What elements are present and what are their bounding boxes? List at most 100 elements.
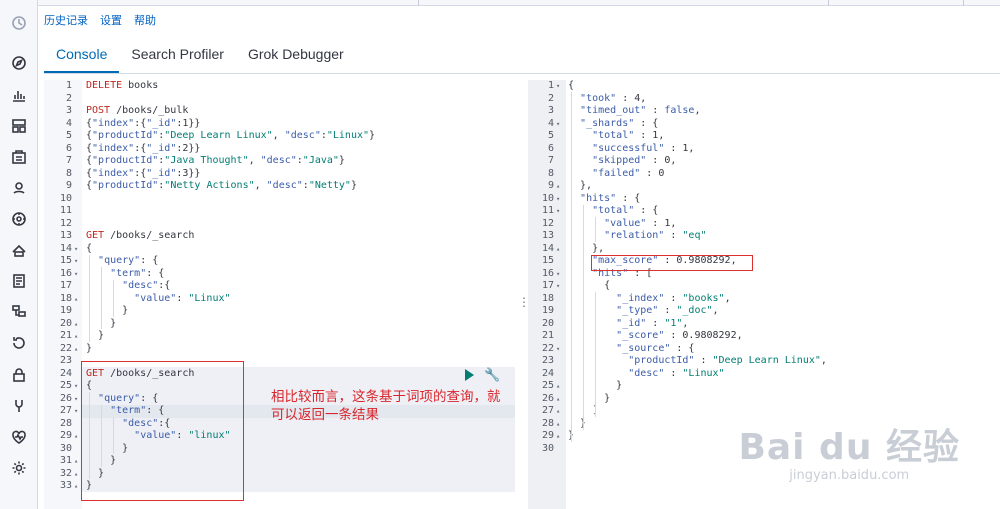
settings-icon[interactable] — [10, 459, 28, 477]
fold-toggle-icon[interactable]: ▴ — [74, 330, 78, 343]
fold-toggle-icon[interactable]: ▾ — [556, 268, 560, 281]
monitoring-icon[interactable] — [10, 428, 28, 446]
fold-toggle-icon[interactable]: ▾ — [556, 280, 560, 293]
request-line: 3 POST /books/_bulk — [44, 105, 515, 118]
request-line-number: 28 — [59, 417, 72, 429]
response-line-number: 30 — [541, 442, 554, 454]
apm-icon[interactable] — [10, 303, 28, 321]
response-line-number: 21 — [541, 330, 554, 341]
fold-toggle-icon[interactable]: ▴ — [74, 468, 78, 481]
request-line: 15 ▾ "query": { — [44, 255, 515, 268]
fold-toggle-icon[interactable]: ▾ — [74, 380, 78, 393]
response-code-text: "failed" : 0 — [592, 167, 665, 179]
response-line: 13 "relation" : "eq" — [528, 230, 1000, 243]
request-code-text: DELETE books — [86, 80, 159, 91]
request-line-number: 18 — [59, 292, 72, 304]
request-line-number: 20 — [59, 317, 72, 329]
response-line-number: 12 — [541, 217, 554, 229]
fold-toggle-icon[interactable]: ▴ — [74, 480, 78, 493]
fold-toggle-icon[interactable]: ▾ — [556, 80, 560, 93]
indent-guide — [101, 267, 102, 329]
clock-icon[interactable] — [10, 14, 28, 32]
response-line-number: 18 — [541, 292, 554, 304]
fold-toggle-icon[interactable]: ▴ — [556, 405, 560, 418]
response-line-number: 24 — [541, 367, 554, 379]
canvas-icon[interactable] — [10, 148, 28, 166]
chart-icon[interactable] — [10, 86, 28, 104]
request-line: 13 GET /books/_search — [44, 230, 515, 243]
fold-toggle-icon[interactable]: ▴ — [556, 243, 560, 256]
request-line-number: 23 — [59, 355, 72, 366]
help-link[interactable]: 帮助 — [134, 12, 156, 28]
response-line-number: 6 — [547, 142, 554, 154]
fold-toggle-icon[interactable]: ▾ — [74, 405, 78, 418]
response-line: 14 ▴ }, — [528, 243, 1000, 256]
fold-toggle-icon[interactable]: ▴ — [556, 180, 560, 193]
tab-underline — [44, 73, 1000, 74]
settings-link[interactable]: 设置 — [100, 12, 122, 28]
security-icon[interactable] — [10, 366, 28, 384]
fold-toggle-icon[interactable]: ▴ — [74, 293, 78, 306]
tab-grok-debugger[interactable]: Grok Debugger — [236, 41, 356, 73]
response-line-number: 5 — [547, 130, 554, 141]
fold-toggle-icon[interactable]: ▾ — [74, 243, 78, 256]
fold-toggle-icon[interactable]: ▴ — [556, 430, 560, 443]
request-code-text: {"productId":"Deep Learn Linux", "desc":… — [86, 130, 376, 141]
fold-toggle-icon[interactable]: ▾ — [556, 205, 560, 218]
fold-toggle-icon[interactable]: ▴ — [74, 343, 78, 356]
request-line: 21 ▴ } — [44, 330, 515, 343]
response-code-text: "relation" : "eq" — [604, 230, 707, 241]
response-line: 10 ▾ "hits" : { — [528, 193, 1000, 206]
fold-toggle-icon[interactable]: ▾ — [556, 118, 560, 131]
request-code-text: "query": { — [98, 255, 159, 266]
fold-toggle-icon[interactable]: ▴ — [74, 430, 78, 443]
request-line-number: 11 — [59, 205, 72, 216]
devtools-icon[interactable] — [10, 397, 28, 415]
uptime-icon[interactable] — [10, 334, 28, 352]
fold-toggle-icon[interactable]: ▾ — [556, 193, 560, 206]
fold-toggle-icon[interactable]: ▾ — [74, 255, 78, 268]
request-line-number: 17 — [59, 280, 72, 291]
request-code-text: { — [86, 242, 93, 254]
fold-toggle-icon[interactable]: ▾ — [74, 268, 78, 281]
response-code-text: }, — [568, 242, 605, 254]
fold-toggle-icon[interactable]: ▾ — [74, 393, 78, 406]
response-line-number: 23 — [541, 355, 554, 366]
response-line: 12 "value" : 1, — [528, 218, 1000, 231]
tab-console[interactable]: Console — [44, 41, 120, 73]
response-line-number: 15 — [541, 255, 554, 266]
indent-guide — [571, 92, 572, 442]
dashboard-icon[interactable] — [10, 117, 28, 135]
fold-toggle-icon[interactable]: ▴ — [556, 393, 560, 406]
tab-search-profiler[interactable]: Search Profiler — [119, 41, 236, 73]
request-code-text: {"index":{"_id":2}} — [86, 142, 201, 154]
fold-toggle-icon[interactable]: ▴ — [74, 455, 78, 468]
request-line: 8 {"index":{"_id":3}} — [44, 168, 515, 181]
play-icon[interactable] — [465, 369, 474, 381]
request-line: 14 ▾ { — [44, 243, 515, 256]
fold-toggle-icon[interactable]: ▴ — [74, 318, 78, 331]
response-line-number: 1 — [547, 80, 554, 91]
response-code-text: { — [568, 280, 611, 291]
ml-icon[interactable] — [10, 210, 28, 228]
fold-toggle-icon[interactable]: ▴ — [556, 380, 560, 393]
response-line: 11 ▾ "total" : { — [528, 205, 1000, 218]
infrastructure-icon[interactable] — [10, 241, 28, 259]
fold-toggle-icon[interactable]: ▾ — [556, 343, 560, 356]
watermark-brand: Bai du 经验 — [738, 427, 960, 468]
map-icon[interactable] — [10, 179, 28, 197]
response-line-number: 9 — [547, 180, 554, 191]
request-line-number: 1 — [65, 80, 72, 91]
compass-icon[interactable] — [10, 54, 28, 72]
response-line: 17 ▾ { — [528, 280, 1000, 293]
response-code-text: "hits" : { — [580, 192, 641, 204]
wrench-icon[interactable]: 🔧 — [484, 368, 500, 381]
response-code-text: } — [568, 392, 611, 404]
history-link[interactable]: 历史记录 — [44, 12, 88, 28]
logs-icon[interactable] — [10, 272, 28, 290]
max-score-highlight-box — [591, 255, 753, 271]
response-code-text: "timed_out" : false, — [580, 105, 701, 116]
fold-toggle-icon[interactable]: ▴ — [556, 418, 560, 431]
request-line-number: 5 — [65, 130, 72, 141]
response-code-text: "total" : { — [592, 205, 659, 216]
